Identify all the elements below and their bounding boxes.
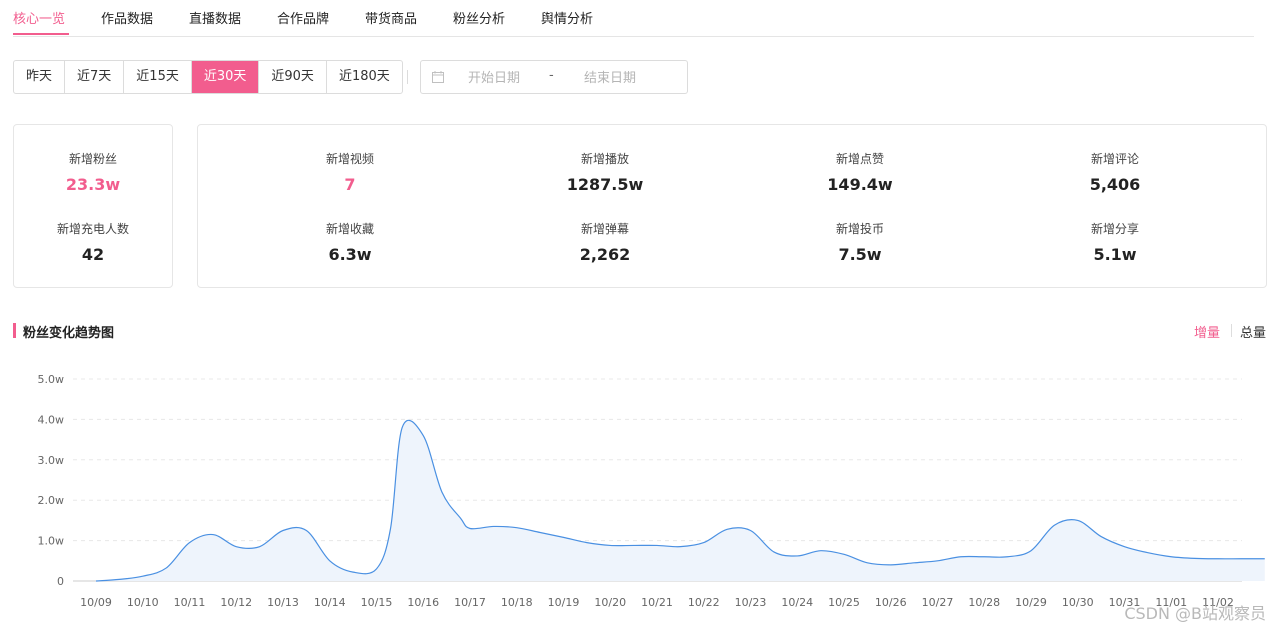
stat-new-favorites: 新增收藏 6.3w (275, 220, 425, 264)
x-tick-label: 10/23 (735, 596, 767, 609)
stat-new-likes: 新增点赞 149.4w (785, 150, 935, 194)
x-tick-label: 10/13 (267, 596, 299, 609)
y-tick-label: 5.0w (38, 373, 65, 386)
stat-label: 新增弹幕 (580, 222, 629, 236)
stat-value: 1287.5w (566, 175, 644, 194)
tab-live-data[interactable]: 直播数据 (189, 8, 241, 27)
range-30d-button[interactable]: 近30天 (191, 61, 260, 93)
section-accent-bar (13, 323, 16, 338)
x-tick-label: 10/28 (968, 596, 1000, 609)
stat-label: 新增充电人数 (56, 222, 129, 236)
top-tab-bar: 核心一览 作品数据 直播数据 合作品牌 带货商品 粉丝分析 舆情分析 (13, 0, 1254, 37)
toggle-total[interactable]: 总量 (1240, 322, 1266, 341)
divider (407, 70, 408, 84)
stat-label: 新增播放 (580, 152, 629, 166)
stat-label: 新增分享 (1090, 222, 1139, 236)
stat-label: 新增投币 (835, 222, 884, 236)
stat-value: 7 (344, 175, 356, 194)
x-tick-label: 10/14 (314, 596, 346, 609)
x-tick-label: 10/24 (781, 596, 813, 609)
range-7d-button[interactable]: 近7天 (65, 61, 125, 93)
stat-new-videos: 新增视频 7 (275, 150, 425, 194)
range-yesterday-button[interactable]: 昨天 (14, 61, 66, 93)
range-15d-button[interactable]: 近15天 (124, 61, 192, 93)
stat-new-comments: 新增评论 5,406 (1040, 150, 1190, 194)
stat-label: 新增收藏 (325, 222, 374, 236)
x-tick-label: 10/15 (361, 596, 393, 609)
calendar-icon (432, 71, 444, 83)
stat-value: 149.4w (827, 175, 893, 194)
date-range-selector: 昨天 近7天 近15天 近30天 近90天 近180天 (13, 60, 403, 94)
stat-label: 新增视频 (325, 152, 374, 166)
x-tick-label: 10/27 (922, 596, 954, 609)
x-tick-label: 10/30 (1062, 596, 1094, 609)
tab-works-data[interactable]: 作品数据 (101, 8, 153, 27)
active-tab-underline (13, 33, 69, 35)
y-tick-label: 4.0w (38, 413, 65, 426)
x-tick-label: 10/25 (828, 596, 860, 609)
range-180d-button[interactable]: 近180天 (327, 61, 402, 93)
date-range-picker[interactable]: - (420, 60, 688, 94)
stat-new-chargers: 新增充电人数 42 (18, 220, 168, 264)
stat-value: 23.3w (65, 175, 121, 194)
stat-label: 新增评论 (1090, 152, 1139, 166)
stat-new-plays: 新增播放 1287.5w (530, 150, 680, 194)
x-tick-label: 10/12 (220, 596, 252, 609)
watermark: CSDN @B站观察员 (1124, 604, 1266, 623)
stat-value: 5.1w (1093, 245, 1137, 264)
stat-value: 42 (81, 245, 105, 264)
tab-core-overview[interactable]: 核心一览 (13, 8, 65, 27)
content-summary-card: 新增视频 7 新增播放 1287.5w 新增点赞 149.4w 新增评论 5,4… (197, 124, 1267, 288)
tab-brand-collab[interactable]: 合作品牌 (277, 8, 329, 27)
toggle-divider (1231, 324, 1232, 337)
y-tick-label: 1.0w (38, 535, 65, 548)
x-tick-label: 10/11 (174, 596, 206, 609)
start-date-input[interactable] (449, 69, 539, 87)
fans-trend-chart: 0 1.0w 2.0w 3.0w 4.0w 5.0w 10/09 10/10 10/11 10/1… (38, 373, 1265, 609)
date-separator: - (549, 68, 554, 83)
stat-value: 6.3w (328, 245, 372, 264)
y-tick-label: 2.0w (38, 494, 65, 507)
section-title: 粉丝变化趋势图 (23, 326, 115, 341)
tab-sentiment-analysis[interactable]: 舆情分析 (541, 8, 593, 27)
stat-value: 7.5w (838, 245, 882, 264)
x-tick-label: 10/16 (407, 596, 439, 609)
x-tick-label: 10/26 (875, 596, 907, 609)
x-tick-label: 10/10 (127, 596, 159, 609)
y-tick-label: 3.0w (38, 454, 65, 467)
toggle-increment[interactable]: 增量 (1194, 322, 1220, 341)
x-tick-label: 10/09 (80, 596, 112, 609)
stat-label: 新增粉丝 (68, 152, 117, 166)
x-tick-label: 10/21 (641, 596, 673, 609)
x-tick-label: 10/29 (1015, 596, 1047, 609)
tab-products[interactable]: 带货商品 (365, 8, 417, 27)
fans-summary-card: 新增粉丝 23.3w 新增充电人数 42 (13, 124, 173, 288)
x-tick-label: 10/19 (548, 596, 580, 609)
x-tick-label: 10/22 (688, 596, 720, 609)
stat-label: 新增点赞 (835, 152, 884, 166)
stat-new-danmaku: 新增弹幕 2,262 (530, 220, 680, 264)
stat-new-coins: 新增投币 7.5w (785, 220, 935, 264)
stat-value: 5,406 (1089, 175, 1141, 194)
stat-value: 2,262 (579, 245, 631, 264)
x-tick-label: 10/20 (594, 596, 626, 609)
stat-new-fans: 新增粉丝 23.3w (18, 150, 168, 194)
stat-new-shares: 新增分享 5.1w (1040, 220, 1190, 264)
end-date-input[interactable] (565, 69, 655, 87)
y-tick-label: 0 (57, 575, 64, 588)
x-tick-label: 10/18 (501, 596, 533, 609)
x-tick-label: 10/17 (454, 596, 486, 609)
range-90d-button[interactable]: 近90天 (259, 61, 327, 93)
tab-fans-analysis[interactable]: 粉丝分析 (453, 8, 505, 27)
